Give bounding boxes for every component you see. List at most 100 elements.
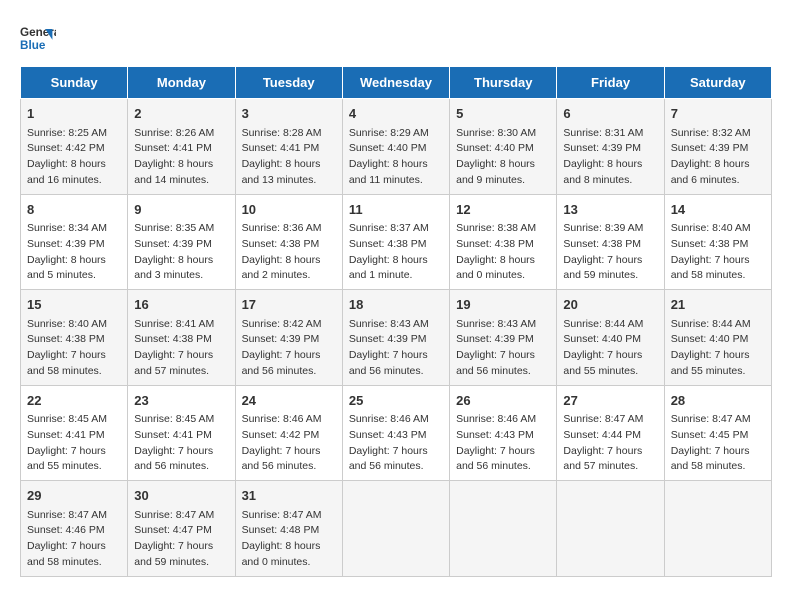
daylight-label: Daylight: 8 hours and 14 minutes.: [134, 158, 213, 186]
daylight-label: Daylight: 8 hours and 3 minutes.: [134, 254, 213, 282]
calendar-cell: 19 Sunrise: 8:43 AM Sunset: 4:39 PM Dayl…: [450, 290, 557, 386]
day-number: 30: [134, 486, 228, 506]
sunset-label: Sunset: 4:41 PM: [134, 142, 212, 154]
calendar-cell: 23 Sunrise: 8:45 AM Sunset: 4:41 PM Dayl…: [128, 385, 235, 481]
calendar-cell: 10 Sunrise: 8:36 AM Sunset: 4:38 PM Dayl…: [235, 194, 342, 290]
day-number: 23: [134, 391, 228, 411]
day-number: 19: [456, 295, 550, 315]
sunrise-label: Sunrise: 8:38 AM: [456, 222, 536, 234]
daylight-label: Daylight: 7 hours and 57 minutes.: [134, 349, 213, 377]
day-number: 18: [349, 295, 443, 315]
day-number: 16: [134, 295, 228, 315]
day-header-monday: Monday: [128, 67, 235, 99]
sunset-label: Sunset: 4:43 PM: [456, 429, 534, 441]
sunrise-label: Sunrise: 8:47 AM: [134, 509, 214, 521]
sunset-label: Sunset: 4:38 PM: [456, 238, 534, 250]
sunrise-label: Sunrise: 8:36 AM: [242, 222, 322, 234]
sunset-label: Sunset: 4:39 PM: [242, 333, 320, 345]
day-number: 2: [134, 104, 228, 124]
day-number: 17: [242, 295, 336, 315]
day-number: 6: [563, 104, 657, 124]
sunrise-label: Sunrise: 8:31 AM: [563, 127, 643, 139]
calendar-cell: 14 Sunrise: 8:40 AM Sunset: 4:38 PM Dayl…: [664, 194, 771, 290]
calendar-header-row: SundayMondayTuesdayWednesdayThursdayFrid…: [21, 67, 772, 99]
calendar-cell: 27 Sunrise: 8:47 AM Sunset: 4:44 PM Dayl…: [557, 385, 664, 481]
sunset-label: Sunset: 4:38 PM: [671, 238, 749, 250]
daylight-label: Daylight: 7 hours and 56 minutes.: [242, 349, 321, 377]
sunrise-label: Sunrise: 8:30 AM: [456, 127, 536, 139]
day-number: 4: [349, 104, 443, 124]
sunset-label: Sunset: 4:39 PM: [349, 333, 427, 345]
daylight-label: Daylight: 7 hours and 56 minutes.: [242, 445, 321, 473]
calendar-cell: 9 Sunrise: 8:35 AM Sunset: 4:39 PM Dayli…: [128, 194, 235, 290]
calendar-cell: 26 Sunrise: 8:46 AM Sunset: 4:43 PM Dayl…: [450, 385, 557, 481]
daylight-label: Daylight: 8 hours and 2 minutes.: [242, 254, 321, 282]
calendar-cell: 24 Sunrise: 8:46 AM Sunset: 4:42 PM Dayl…: [235, 385, 342, 481]
calendar-cell: 18 Sunrise: 8:43 AM Sunset: 4:39 PM Dayl…: [342, 290, 449, 386]
sunrise-label: Sunrise: 8:28 AM: [242, 127, 322, 139]
sunrise-label: Sunrise: 8:46 AM: [456, 413, 536, 425]
day-number: 14: [671, 200, 765, 220]
sunset-label: Sunset: 4:41 PM: [27, 429, 105, 441]
sunset-label: Sunset: 4:42 PM: [27, 142, 105, 154]
calendar-cell: 28 Sunrise: 8:47 AM Sunset: 4:45 PM Dayl…: [664, 385, 771, 481]
sunset-label: Sunset: 4:45 PM: [671, 429, 749, 441]
sunset-label: Sunset: 4:40 PM: [671, 333, 749, 345]
daylight-label: Daylight: 8 hours and 11 minutes.: [349, 158, 428, 186]
calendar-cell: 7 Sunrise: 8:32 AM Sunset: 4:39 PM Dayli…: [664, 99, 771, 195]
sunrise-label: Sunrise: 8:44 AM: [563, 318, 643, 330]
calendar-cell: 1 Sunrise: 8:25 AM Sunset: 4:42 PM Dayli…: [21, 99, 128, 195]
day-number: 29: [27, 486, 121, 506]
sunrise-label: Sunrise: 8:42 AM: [242, 318, 322, 330]
day-number: 12: [456, 200, 550, 220]
sunset-label: Sunset: 4:39 PM: [134, 238, 212, 250]
daylight-label: Daylight: 8 hours and 1 minute.: [349, 254, 428, 282]
sunset-label: Sunset: 4:38 PM: [242, 238, 320, 250]
calendar-cell: 8 Sunrise: 8:34 AM Sunset: 4:39 PM Dayli…: [21, 194, 128, 290]
daylight-label: Daylight: 7 hours and 57 minutes.: [563, 445, 642, 473]
calendar-cell: 13 Sunrise: 8:39 AM Sunset: 4:38 PM Dayl…: [557, 194, 664, 290]
sunrise-label: Sunrise: 8:46 AM: [242, 413, 322, 425]
day-number: 7: [671, 104, 765, 124]
sunset-label: Sunset: 4:47 PM: [134, 524, 212, 536]
calendar-cell: 2 Sunrise: 8:26 AM Sunset: 4:41 PM Dayli…: [128, 99, 235, 195]
daylight-label: Daylight: 7 hours and 56 minutes.: [134, 445, 213, 473]
calendar-cell: 6 Sunrise: 8:31 AM Sunset: 4:39 PM Dayli…: [557, 99, 664, 195]
day-number: 10: [242, 200, 336, 220]
sunrise-label: Sunrise: 8:34 AM: [27, 222, 107, 234]
daylight-label: Daylight: 7 hours and 56 minutes.: [349, 349, 428, 377]
day-number: 8: [27, 200, 121, 220]
calendar-cell: 22 Sunrise: 8:45 AM Sunset: 4:41 PM Dayl…: [21, 385, 128, 481]
day-header-saturday: Saturday: [664, 67, 771, 99]
calendar-week-row: 8 Sunrise: 8:34 AM Sunset: 4:39 PM Dayli…: [21, 194, 772, 290]
daylight-label: Daylight: 8 hours and 8 minutes.: [563, 158, 642, 186]
daylight-label: Daylight: 8 hours and 13 minutes.: [242, 158, 321, 186]
daylight-label: Daylight: 7 hours and 55 minutes.: [27, 445, 106, 473]
sunset-label: Sunset: 4:38 PM: [349, 238, 427, 250]
calendar-body: 1 Sunrise: 8:25 AM Sunset: 4:42 PM Dayli…: [21, 99, 772, 577]
daylight-label: Daylight: 7 hours and 56 minutes.: [456, 445, 535, 473]
day-header-wednesday: Wednesday: [342, 67, 449, 99]
sunrise-label: Sunrise: 8:46 AM: [349, 413, 429, 425]
day-header-thursday: Thursday: [450, 67, 557, 99]
calendar-cell: 25 Sunrise: 8:46 AM Sunset: 4:43 PM Dayl…: [342, 385, 449, 481]
sunset-label: Sunset: 4:40 PM: [456, 142, 534, 154]
day-number: 20: [563, 295, 657, 315]
sunrise-label: Sunrise: 8:32 AM: [671, 127, 751, 139]
sunrise-label: Sunrise: 8:41 AM: [134, 318, 214, 330]
day-header-sunday: Sunday: [21, 67, 128, 99]
daylight-label: Daylight: 7 hours and 58 minutes.: [671, 254, 750, 282]
svg-text:Blue: Blue: [20, 39, 46, 52]
sunset-label: Sunset: 4:41 PM: [242, 142, 320, 154]
sunset-label: Sunset: 4:39 PM: [563, 142, 641, 154]
day-header-tuesday: Tuesday: [235, 67, 342, 99]
sunset-label: Sunset: 4:41 PM: [134, 429, 212, 441]
sunset-label: Sunset: 4:39 PM: [27, 238, 105, 250]
sunset-label: Sunset: 4:42 PM: [242, 429, 320, 441]
day-number: 26: [456, 391, 550, 411]
day-number: 1: [27, 104, 121, 124]
calendar-cell: [450, 481, 557, 577]
day-number: 13: [563, 200, 657, 220]
calendar-cell: [664, 481, 771, 577]
day-number: 5: [456, 104, 550, 124]
